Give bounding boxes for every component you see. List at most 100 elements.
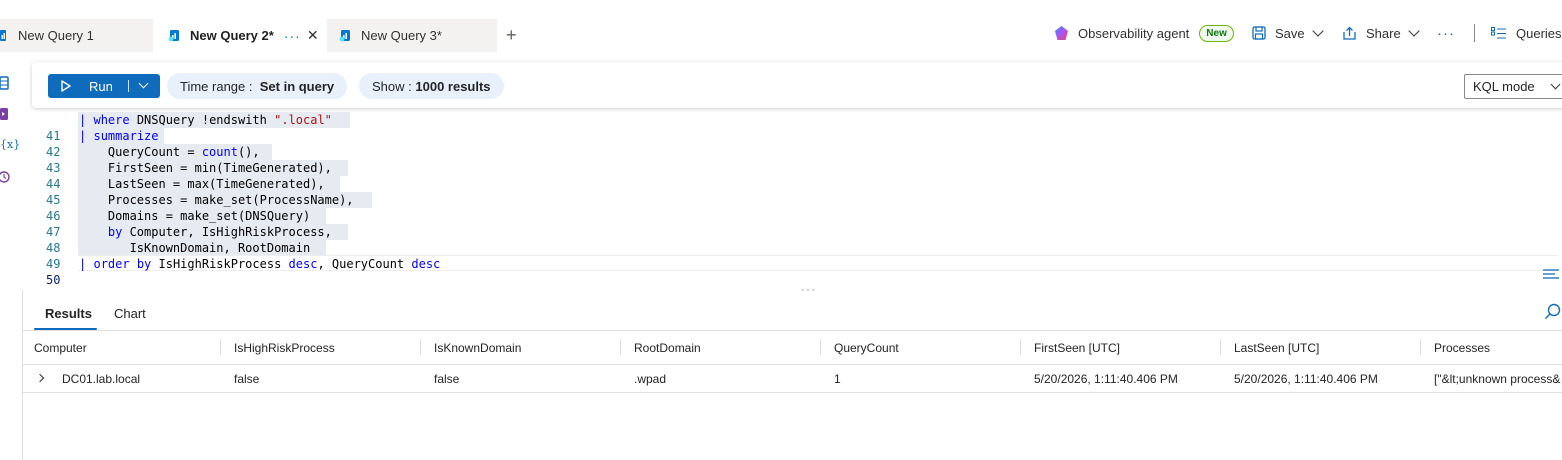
column-resizer[interactable]: [620, 339, 621, 355]
code-text: FirstSeen = min(TimeGenerated),: [79, 161, 332, 175]
code-text: Processes = make_set(ProcessName),: [79, 193, 354, 207]
cell-isknowndomain: false: [434, 372, 460, 386]
observability-agent-button[interactable]: Observability agent New: [1053, 22, 1234, 44]
cell-computer: DC01.lab.local: [62, 372, 141, 386]
queries-hub-icon[interactable]: [0, 107, 10, 121]
mode-select[interactable]: KQL mode: [1464, 74, 1562, 99]
column-resizer[interactable]: [220, 339, 221, 355]
search-icon[interactable]: [1544, 303, 1562, 321]
tab-new-query-3[interactable]: New Query 3*: [327, 19, 497, 52]
tab-label: New Query 3*: [361, 28, 442, 43]
pane-splitter-handle[interactable]: ···: [801, 282, 816, 296]
tab-results[interactable]: Results: [45, 306, 92, 321]
column-header-rootdomain[interactable]: RootDomain: [634, 341, 701, 355]
share-label: Share: [1366, 25, 1401, 41]
chevron-down-icon[interactable]: [138, 78, 149, 89]
column-header-querycount[interactable]: QueryCount: [834, 341, 899, 355]
chevron-down-icon: [1550, 79, 1561, 90]
grid-border: [22, 392, 1562, 393]
tables-icon[interactable]: [0, 76, 10, 90]
code-line: 41 | where DNSQuery !endswith ".local": [22, 112, 1562, 143]
code-text: Domains = make_set(DNSQuery): [79, 209, 311, 223]
play-icon: [61, 80, 71, 92]
run-label: Run: [89, 78, 113, 94]
code-text: | order by IsHighRiskProcess desc, Query…: [79, 257, 441, 271]
code-text: IsKnownDomain, RootDomain: [79, 241, 311, 255]
save-button[interactable]: Save: [1252, 22, 1324, 44]
queries-button[interactable]: Queries: [1491, 22, 1562, 44]
time-range-pill[interactable]: Time range : Set in query: [167, 73, 348, 99]
share-icon: [1343, 26, 1356, 40]
column-header-processes[interactable]: Processes: [1434, 341, 1490, 355]
table-row[interactable]: DC01.lab.local false false .wpad 1 5/20/…: [22, 365, 1562, 392]
mode-value: KQL mode: [1473, 79, 1535, 94]
column-header-firstseen[interactable]: FirstSeen [UTC]: [1034, 341, 1120, 355]
code-line: 44 FirstSeen = min(TimeGenerated),: [22, 160, 1562, 191]
add-tab-button[interactable]: +: [506, 25, 517, 45]
column-header-lastseen[interactable]: LastSeen [UTC]: [1234, 341, 1319, 355]
show-results-pill[interactable]: Show : 1000 results: [359, 73, 504, 99]
code-line: 43 QueryCount = count(),: [22, 144, 1562, 175]
code-text: | where DNSQuery !endswith ".local": [79, 113, 332, 127]
query-editor[interactable]: 41 | where DNSQuery !endswith ".local" 4…: [22, 112, 1562, 287]
cell-lastseen: 5/20/2026, 1:11:40.406 PM: [1234, 372, 1378, 386]
results-tabs: Results Chart: [22, 296, 1562, 330]
cell-rootdomain: .wpad: [634, 372, 667, 386]
code-line: 50 | order by IsHighRiskProcess desc, Qu…: [22, 256, 1562, 287]
tab-chart[interactable]: Chart: [114, 306, 146, 321]
column-resizer[interactable]: [1220, 339, 1221, 355]
column-resizer[interactable]: [820, 339, 821, 355]
expand-row-icon[interactable]: [35, 373, 45, 383]
observability-agent-label: Observability agent: [1078, 25, 1190, 41]
query-tab-bar: New Query 1 New Query 2* ··· ✕ New Query…: [0, 0, 1562, 52]
share-button[interactable]: Share: [1342, 22, 1420, 44]
results-table-header: Computer IsHighRiskProcess IsKnownDomain…: [22, 331, 1562, 364]
code-line: 45 LastSeen = max(TimeGenerated),: [22, 176, 1562, 207]
close-icon[interactable]: ✕: [307, 27, 319, 44]
tab-new-query-1[interactable]: New Query 1: [0, 19, 153, 52]
more-options-icon[interactable]: ···: [1437, 22, 1455, 44]
column-resizer[interactable]: [1020, 339, 1021, 355]
tab-label: New Query 1: [18, 28, 94, 43]
show-value: 1000 results: [415, 78, 491, 94]
command-bar: Run Time range : Set in query Show : 100…: [32, 62, 1562, 108]
column-resizer[interactable]: [420, 339, 421, 355]
column-header-computer[interactable]: Computer: [34, 341, 87, 355]
time-range-label: Time range :: [180, 78, 253, 94]
code-line: 46 Processes = make_set(ProcessName),: [22, 192, 1562, 223]
tab-more-icon[interactable]: ···: [284, 28, 301, 44]
code-text: QueryCount = count(),: [79, 145, 260, 159]
run-divider: [128, 80, 129, 92]
code-line: 42 | summarize: [22, 128, 1562, 159]
queries-label: Queries: [1516, 25, 1562, 41]
code-text: | summarize: [79, 129, 159, 143]
column-header-ishighriskprocess[interactable]: IsHighRiskProcess: [234, 341, 335, 355]
save-icon: [1252, 26, 1266, 40]
save-label: Save: [1275, 25, 1305, 41]
cell-processes: ["&lt;unknown process&: [1434, 372, 1561, 386]
cell-querycount: 1: [834, 372, 841, 386]
cell-ishighriskprocess: false: [234, 372, 260, 386]
toolbar-divider: [1474, 24, 1475, 42]
cell-firstseen: 5/20/2026, 1:11:40.406 PM: [1034, 372, 1178, 386]
functions-icon[interactable]: {x}: [0, 138, 20, 152]
code-line: 48 by Computer, IsHighRiskProcess,: [22, 224, 1562, 255]
column-header-isknowndomain[interactable]: IsKnownDomain: [434, 341, 521, 355]
show-label: Show :: [372, 78, 412, 94]
code-text: LastSeen = max(TimeGenerated),: [79, 177, 325, 191]
queries-list-icon: [1491, 26, 1506, 38]
history-icon[interactable]: [0, 170, 10, 184]
tab-new-query-2[interactable]: New Query 2* ··· ✕: [155, 19, 325, 52]
line-number: 50: [46, 273, 61, 287]
format-query-icon[interactable]: [1542, 269, 1560, 281]
new-badge: New: [1199, 24, 1234, 42]
tab-label: New Query 2*: [190, 28, 274, 43]
query-icon: [0, 30, 6, 41]
code-text: by Computer, IsHighRiskProcess,: [107, 225, 332, 239]
column-resizer[interactable]: [1420, 339, 1421, 355]
run-button[interactable]: Run: [48, 74, 160, 98]
copilot-icon: [1055, 25, 1068, 40]
chevron-down-icon: [1408, 25, 1420, 37]
query-icon: [168, 30, 179, 42]
time-range-value: Set in query: [259, 78, 335, 94]
